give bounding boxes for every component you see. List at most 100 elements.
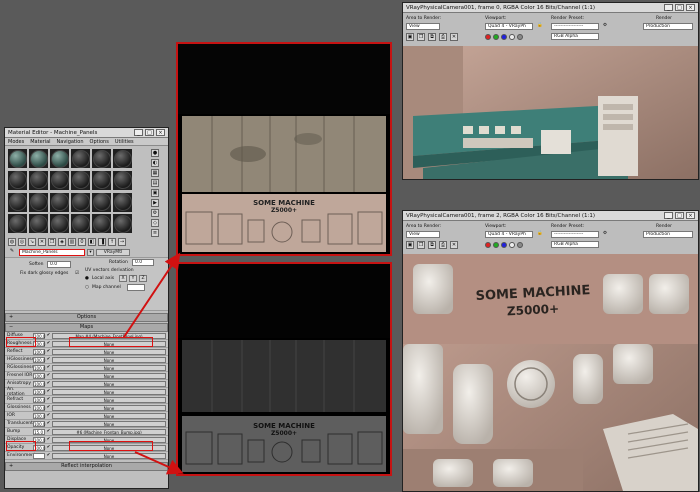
frame2-save-icon[interactable]: ▣ [406, 241, 414, 249]
map-slot-button[interactable]: None [52, 348, 166, 355]
map-slot-button[interactable]: None [52, 380, 166, 387]
frame1-viewport-dropdown[interactable]: Quad 4 - VRayPh [485, 23, 533, 30]
map-slot-button[interactable]: None [52, 364, 166, 371]
map-enable-checkbox[interactable]: ✔ [45, 365, 52, 370]
rotation-input[interactable]: 0.0 [132, 259, 154, 266]
material-map-navigator-icon[interactable]: ≡ [151, 229, 159, 237]
map-amount-input[interactable]: 100.0 [33, 364, 45, 371]
map-slot-button[interactable]: None [52, 452, 166, 459]
frame2-maximize-button[interactable]: □ [675, 212, 684, 219]
map-amount-input[interactable]: 100.0 [33, 340, 45, 347]
frame2-print-icon[interactable]: ⎙ [439, 241, 447, 249]
options-rollout[interactable]: + Options [5, 313, 168, 322]
map-slot-button[interactable]: None [52, 396, 166, 403]
sample-slot[interactable] [50, 214, 69, 234]
background-icon[interactable]: ▦ [151, 169, 159, 177]
make-preview-icon[interactable]: ▶ [151, 199, 159, 207]
sample-slot[interactable] [50, 192, 69, 212]
map-amount-input[interactable]: 100.0 [33, 412, 45, 419]
map-enable-checkbox[interactable]: ✔ [45, 429, 52, 434]
material-id-icon[interactable]: 0 [78, 238, 86, 246]
axis-z-button[interactable]: Z [139, 275, 147, 282]
map-amount-input[interactable]: 100.0 [33, 420, 45, 427]
map-slot-button[interactable]: None [52, 420, 166, 427]
map-enable-checkbox[interactable]: ✔ [45, 333, 52, 338]
map-amount-input[interactable]: 100.0 [33, 396, 45, 403]
sample-slot[interactable] [50, 170, 69, 190]
map-amount-input[interactable]: 100.0 [33, 380, 45, 387]
map-slot-button[interactable]: None [52, 340, 166, 347]
frame2-copy-icon[interactable]: ❐ [417, 241, 425, 249]
put-to-library-icon[interactable]: ▥ [68, 238, 76, 246]
sample-slot[interactable] [92, 192, 111, 212]
frame2-green-channel-icon[interactable] [493, 242, 499, 248]
maps-rollout[interactable]: − Maps [5, 323, 168, 332]
frame1-lock-icon[interactable]: 🔒 [537, 23, 543, 28]
local-axis-radio[interactable]: ● [85, 276, 89, 281]
sample-slot[interactable] [92, 214, 111, 234]
sample-slot[interactable] [92, 170, 111, 190]
material-editor-titlebar[interactable]: Material Editor - Machine_Panels _ □ × [5, 128, 168, 138]
reflect-interpolation-rollout[interactable]: + Reflect interpolation [5, 462, 168, 471]
sample-slot[interactable] [50, 149, 69, 168]
map-enable-checkbox[interactable]: ✔ [45, 445, 52, 450]
map-amount-input[interactable]: 100.0 [33, 388, 45, 395]
frame2-blue-channel-icon[interactable] [501, 242, 507, 248]
frame1-blue-channel-icon[interactable] [501, 34, 507, 40]
material-name-field[interactable]: Machine_Panels [19, 248, 85, 256]
material-type-button[interactable]: VRayMtl [96, 248, 130, 256]
sample-slot[interactable] [71, 149, 90, 168]
eyedropper-icon[interactable]: ✎ [8, 248, 16, 256]
go-to-parent-icon[interactable]: ↑ [108, 238, 116, 246]
map-slot-button[interactable]: None [52, 436, 166, 443]
show-map-icon[interactable]: ◧ [88, 238, 96, 246]
map-enable-checkbox[interactable]: ✔ [45, 357, 52, 362]
backlight-icon[interactable]: ◐ [151, 159, 159, 167]
sample-slot[interactable] [29, 214, 48, 234]
get-material-icon[interactable]: ◍ [8, 238, 16, 246]
sample-slot[interactable] [8, 192, 27, 212]
frame2-minimize-button[interactable]: _ [664, 212, 673, 219]
fix-dark-glossy-checkbox[interactable]: ☑ [75, 271, 79, 276]
map-amount-input[interactable]: 15.0 [33, 428, 45, 435]
map-slot-button[interactable]: None [52, 444, 166, 451]
frame2-close-button[interactable]: × [686, 212, 695, 219]
map-slot-button[interactable]: None [52, 356, 166, 363]
copy-material-icon[interactable]: ❐ [48, 238, 56, 246]
map-amount-input[interactable]: 100.0 [33, 404, 45, 411]
map-slot-button[interactable]: #6 (Machine_Frontan_Bump.jpg) [52, 428, 166, 435]
map-enable-checkbox[interactable]: ✔ [45, 437, 52, 442]
sample-slot[interactable] [113, 170, 132, 190]
frame2-channel-dropdown[interactable]: RGB Alpha [551, 241, 599, 248]
sample-slot[interactable] [29, 170, 48, 190]
select-by-material-icon[interactable]: ◇ [151, 219, 159, 227]
sample-slot[interactable] [8, 214, 27, 234]
frame1-save-icon[interactable]: ▣ [406, 33, 414, 41]
map-enable-checkbox[interactable]: ✔ [45, 349, 52, 354]
map-channel-radio[interactable]: ○ [85, 285, 89, 290]
frame1-render-setup-icon[interactable]: ⚙ [603, 23, 607, 28]
map-enable-checkbox[interactable]: ✔ [45, 341, 52, 346]
map-enable-checkbox[interactable]: ✔ [45, 381, 52, 386]
axis-x-button[interactable]: X [119, 275, 127, 282]
sample-slot[interactable] [8, 170, 27, 190]
frame1-clear-icon[interactable]: ✕ [450, 33, 458, 41]
map-enable-checkbox[interactable]: ✔ [45, 453, 52, 458]
map-enable-checkbox[interactable]: ✔ [45, 397, 52, 402]
sample-slot[interactable] [71, 192, 90, 212]
reset-map-icon[interactable]: ✕ [38, 238, 46, 246]
map-slot-button[interactable]: None [52, 388, 166, 395]
make-unique-icon[interactable]: ◈ [58, 238, 66, 246]
frame1-red-channel-icon[interactable] [485, 34, 491, 40]
sample-slot[interactable] [8, 149, 27, 168]
minimize-button[interactable]: _ [134, 129, 143, 136]
frame1-titlebar[interactable]: VRayPhysicalCamera001, frame 0, RGBA Col… [403, 3, 698, 13]
soften-input[interactable]: 0.0 [47, 261, 71, 268]
sample-slot[interactable] [71, 214, 90, 234]
map-amount-input[interactable]: 100.0 [33, 348, 45, 355]
sample-slot[interactable] [113, 214, 132, 234]
sample-type-icon[interactable]: ● [151, 149, 159, 157]
frame1-copy-icon[interactable]: ❐ [417, 33, 425, 41]
uv-tiling-icon[interactable]: ▤ [151, 179, 159, 187]
frame2-red-channel-icon[interactable] [485, 242, 491, 248]
